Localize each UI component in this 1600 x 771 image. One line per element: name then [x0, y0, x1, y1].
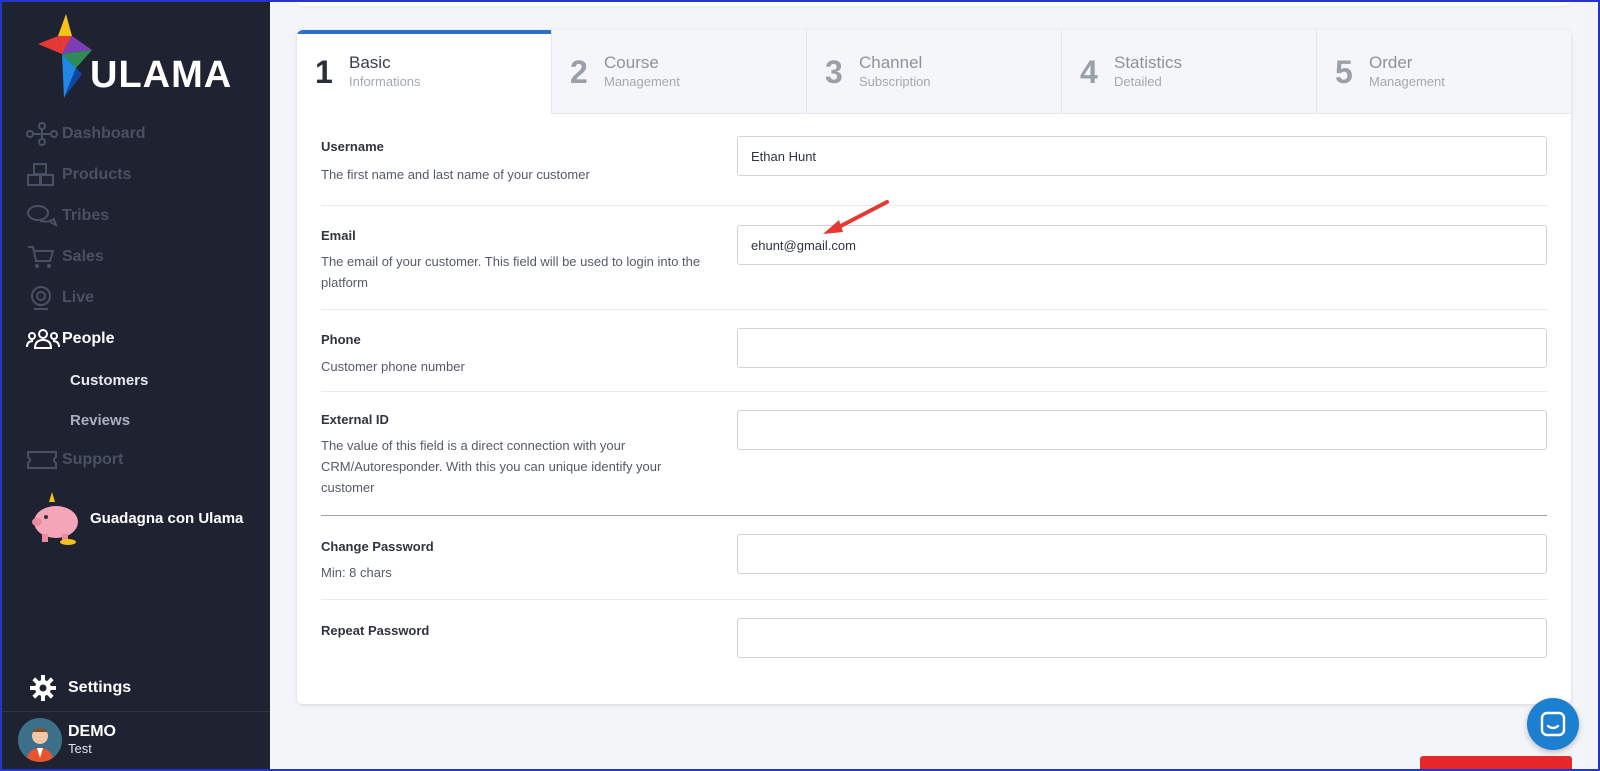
step-number: 4 — [1080, 53, 1098, 90]
sidebar-item-label: Products — [62, 166, 132, 183]
sidebar-item-products[interactable]: Products — [26, 160, 131, 190]
field-label: Repeat Password — [321, 623, 430, 638]
sidebar: ULAMA Dashboard Products Tribes Sales Li… — [2, 2, 270, 769]
step-number: 3 — [825, 53, 843, 90]
change-password-input[interactable] — [737, 534, 1547, 574]
sidebar-item-dashboard[interactable]: Dashboard — [26, 119, 146, 149]
field-help: Customer phone number — [321, 359, 465, 374]
step-title: Course — [604, 53, 659, 72]
form-row-change-password: Change Password Min: 8 chars — [321, 516, 1547, 600]
wizard-steps: 1 Basic Informations 2 Course Management… — [297, 30, 1571, 114]
field-help: The email of your customer. This field w… — [321, 254, 701, 290]
form-row-external-id: External ID The value of this field is a… — [321, 392, 1547, 516]
username-input[interactable]: Ethan Hunt — [737, 136, 1547, 176]
field-label: Email — [321, 228, 356, 243]
chat-bubbles-icon — [26, 201, 62, 231]
promo-label: Guadagna con Ulama — [90, 509, 244, 527]
phone-input[interactable] — [737, 328, 1547, 368]
step-subtitle: Subscription — [859, 74, 931, 89]
sidebar-item-sales[interactable]: Sales — [26, 242, 104, 272]
sidebar-subitem-reviews[interactable]: Reviews — [70, 412, 130, 429]
feedback-tab[interactable] — [1420, 756, 1572, 771]
field-help: Min: 8 chars — [321, 565, 392, 580]
step-channel[interactable]: 3 Channel Subscription — [807, 30, 1062, 114]
user-profile[interactable]: DEMO Test — [18, 718, 116, 762]
repeat-password-input[interactable] — [737, 618, 1547, 658]
external-id-input[interactable] — [737, 410, 1547, 450]
sidebar-item-label: Tribes — [62, 207, 110, 224]
field-label: External ID — [321, 412, 389, 427]
sidebar-item-label: Sales — [62, 248, 104, 265]
sidebar-item-label: People — [62, 330, 115, 347]
settings-label: Settings — [68, 679, 132, 696]
step-course[interactable]: 2 Course Management — [552, 30, 807, 114]
form-row-email: Email The email of your customer. This f… — [321, 206, 1547, 310]
bird-logo-icon — [38, 14, 92, 98]
field-help: The first name and last name of your cus… — [321, 167, 590, 182]
sidebar-item-label: Support — [62, 451, 124, 468]
step-title: Order — [1369, 53, 1413, 72]
network-icon — [26, 119, 62, 149]
step-subtitle: Management — [604, 74, 680, 89]
step-subtitle: Management — [1369, 74, 1445, 89]
sidebar-item-tribes[interactable]: Tribes — [26, 201, 109, 231]
step-number: 2 — [570, 53, 588, 90]
sidebar-item-label: Live — [62, 289, 95, 306]
ulama-logo[interactable]: ULAMA — [36, 14, 246, 104]
field-label: Username — [321, 139, 384, 154]
step-title: Basic — [349, 53, 391, 72]
gear-icon — [30, 675, 56, 701]
sidebar-item-support[interactable]: Support — [26, 445, 123, 475]
step-title: Statistics — [1114, 53, 1183, 72]
sidebar-item-label: Dashboard — [62, 125, 146, 142]
sidebar-item-settings[interactable]: Settings — [30, 675, 131, 701]
field-help: The value of this field is a direct conn… — [321, 438, 662, 495]
step-basic[interactable]: 1 Basic Informations — [297, 30, 552, 114]
step-subtitle: Detailed — [1114, 74, 1162, 89]
annotation-arrow-icon — [823, 200, 889, 234]
sidebar-subitem-customers[interactable]: Customers — [70, 372, 148, 389]
form-row-repeat-password: Repeat Password — [321, 600, 1547, 684]
users-icon — [26, 324, 62, 354]
sidebar-item-people[interactable]: People — [26, 324, 114, 354]
sidebar-item-live[interactable]: Live — [26, 283, 94, 313]
divider — [2, 711, 270, 712]
user-role: Test — [68, 741, 92, 756]
boxes-icon — [26, 160, 62, 190]
piggy-bank-icon — [32, 492, 78, 545]
ticket-icon — [26, 445, 62, 475]
promo-link[interactable]: Guadagna con Ulama — [28, 490, 243, 546]
customer-form-card: 1 Basic Informations 2 Course Management… — [297, 30, 1571, 704]
step-number: 5 — [1335, 53, 1353, 90]
step-subtitle: Informations — [349, 74, 421, 89]
top-card-edge — [296, 0, 1570, 6]
form-row-username: Username The first name and last name of… — [321, 114, 1547, 206]
chat-icon — [1540, 711, 1566, 737]
user-name: DEMO — [68, 723, 116, 740]
avatar — [18, 718, 62, 762]
webcam-icon — [26, 283, 62, 313]
step-title: Channel — [859, 53, 923, 72]
cart-icon — [26, 242, 62, 272]
step-statistics[interactable]: 4 Statistics Detailed — [1062, 30, 1317, 114]
field-label: Phone — [321, 332, 361, 347]
field-label: Change Password — [321, 539, 434, 554]
form-row-phone: Phone Customer phone number — [321, 310, 1547, 392]
chat-launcher-button[interactable] — [1527, 698, 1579, 750]
step-number: 1 — [315, 53, 333, 90]
step-order[interactable]: 5 Order Management — [1317, 30, 1571, 114]
logo-text: ULAMA — [90, 54, 233, 96]
